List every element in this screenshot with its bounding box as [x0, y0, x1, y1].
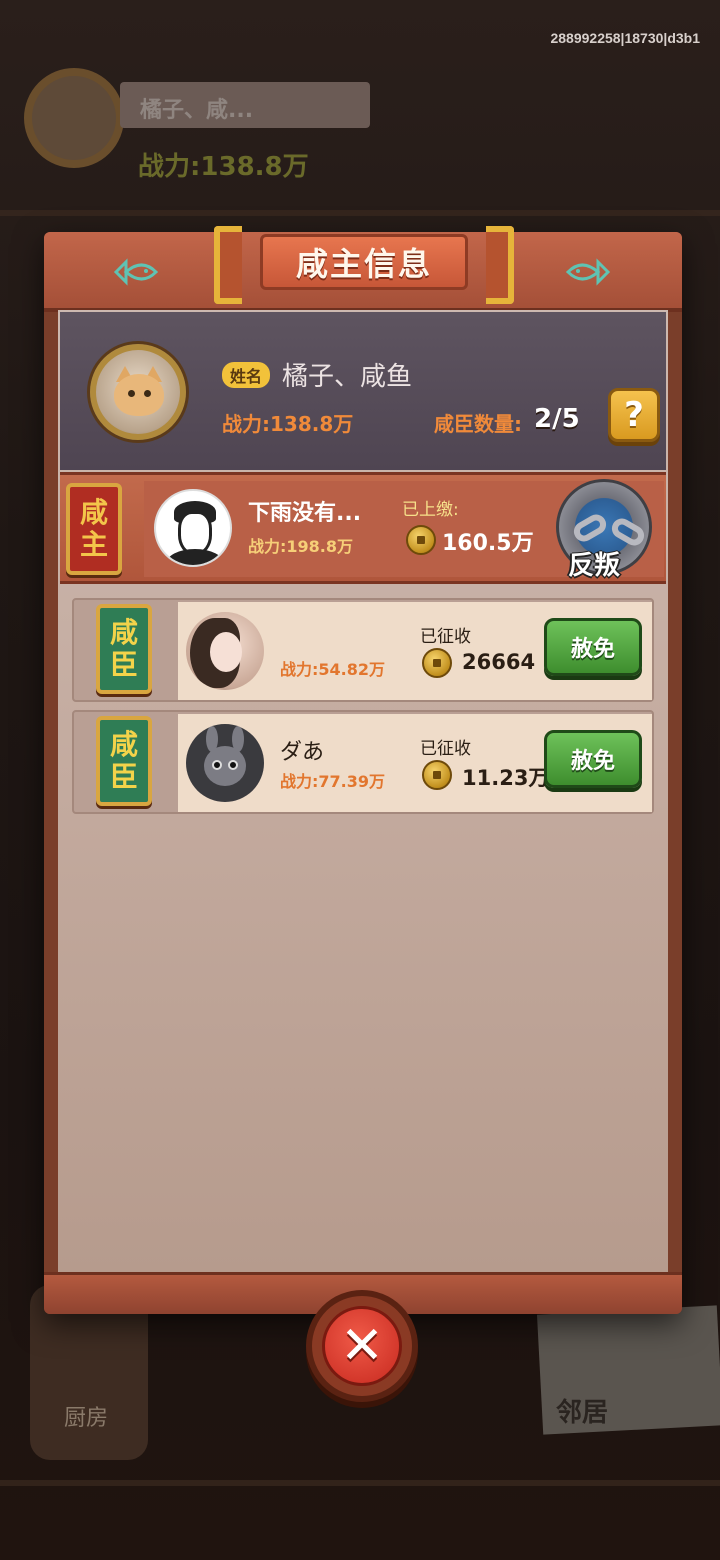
- lord-name: 橘子、咸鱼: [282, 362, 413, 392]
- background-neighbor-label: 邻居: [556, 1398, 609, 1428]
- close-icon: ✕: [340, 1316, 384, 1376]
- close-button[interactable]: ✕: [306, 1290, 418, 1402]
- overlord-name: 下雨没有...: [248, 501, 362, 526]
- overlord-avatar[interactable]: [154, 489, 232, 567]
- overlord-row: 咸 主 下雨没有... 战力:198.8万 已上缴: 160.5万 反叛: [60, 472, 666, 584]
- overlord-power: 战力:198.8万: [248, 537, 354, 556]
- vassal-power: 战力:54.82万: [280, 660, 386, 679]
- background-player-name: 橘子、咸...: [140, 98, 254, 123]
- rebel-label: 反叛: [568, 551, 621, 581]
- lord-avatar[interactable]: [90, 344, 186, 440]
- dialog-title-plate: 咸主信息: [214, 226, 514, 304]
- coin-icon: [406, 525, 436, 555]
- pardon-label: 赦免: [570, 637, 615, 662]
- vassal-avatar[interactable]: [186, 612, 264, 690]
- vassal-row: 咸 臣 战力:54.82万 已征收 26664 赦免: [72, 598, 654, 702]
- vassal-name: ダあ: [280, 740, 325, 765]
- coin-icon: [422, 760, 452, 790]
- fish-icon: [113, 258, 159, 286]
- overlord-plaque: 咸 主: [66, 483, 122, 575]
- background-kitchen-label: 厨房: [64, 1406, 109, 1431]
- vassal-avatar[interactable]: [186, 724, 264, 802]
- pardon-button[interactable]: 赦免: [544, 618, 642, 676]
- vassal-power: 战力:77.39万: [280, 772, 386, 791]
- build-id: 288992258|18730|d3b1: [550, 30, 700, 46]
- dialog-title: 咸主信息: [295, 245, 432, 283]
- background-player-avatar: [24, 68, 124, 168]
- help-button[interactable]: ?: [608, 388, 660, 442]
- taxed-label: 已征收: [420, 627, 471, 647]
- vassal-plaque: 咸 臣: [96, 604, 152, 694]
- dialog-topbar: 咸主信息: [44, 226, 682, 312]
- lord-info-dialog: 咸主信息 姓名 橘子、咸鱼 战力:138.8万 咸臣数量: 2/5 ? 咸 主: [44, 226, 682, 1314]
- pardon-button[interactable]: 赦免: [544, 730, 642, 788]
- vassal-count-label: 咸臣数量:: [434, 412, 522, 436]
- taxed-value: 11.23万: [462, 766, 550, 790]
- taxed-value: 26664: [462, 650, 536, 674]
- pardon-label: 赦免: [570, 749, 615, 774]
- question-mark-icon: ?: [624, 395, 644, 435]
- paid-value: 160.5万: [442, 531, 534, 556]
- coin-icon: [422, 648, 452, 678]
- vassal-count-value: 2/5: [534, 404, 580, 434]
- background-player-power: 战力:138.8万: [138, 152, 309, 182]
- rebel-button[interactable]: 反叛: [550, 479, 658, 583]
- vassal-row: 咸 臣 ダあ 战力:77.39万 已征收 11.23万 赦免: [72, 710, 654, 814]
- vassal-plaque: 咸 臣: [96, 716, 152, 806]
- lord-power: 战力:138.8万: [222, 412, 354, 436]
- name-badge: 姓名: [222, 362, 271, 388]
- fish-icon: [565, 258, 611, 286]
- taxed-label: 已征收: [420, 739, 471, 759]
- paid-label: 已上缴:: [402, 500, 459, 520]
- lord-header: 姓名 橘子、咸鱼 战力:138.8万 咸臣数量: 2/5 ?: [60, 312, 666, 470]
